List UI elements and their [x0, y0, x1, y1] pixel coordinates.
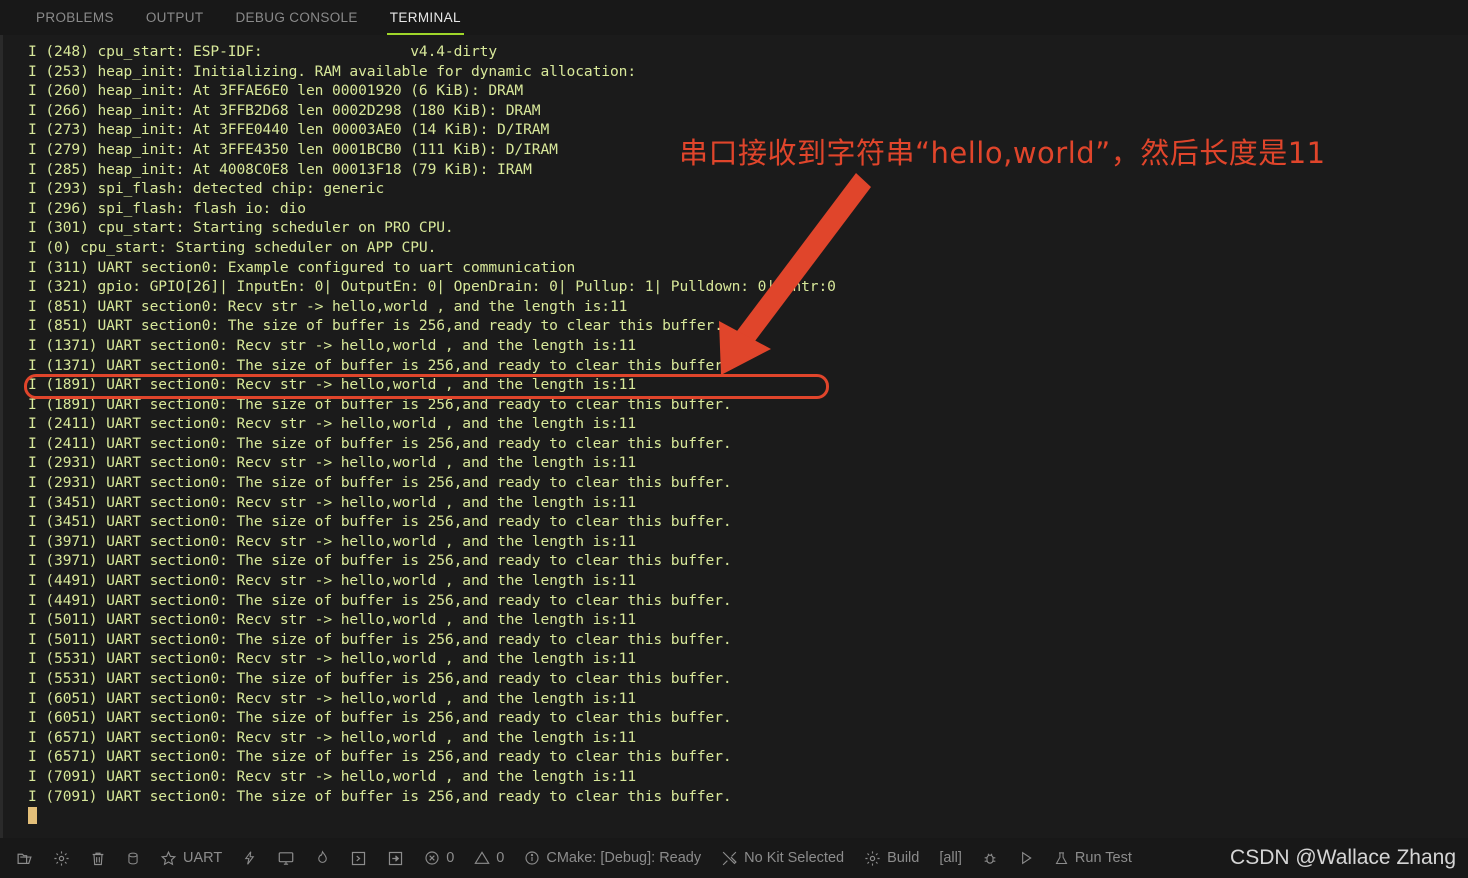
flash-icon[interactable]: [232, 838, 267, 878]
folder-icon: [16, 850, 33, 867]
status-bar: UART 0 0 CMake: [Debug]: Ready No Kit Select…: [0, 838, 1468, 878]
terminal-icon[interactable]: [340, 838, 377, 878]
monitor-icon[interactable]: [267, 838, 305, 878]
terminal-line: I (2931) UART section0: The size of buff…: [28, 474, 732, 492]
terminal-line: I (5531) UART section0: The size of buff…: [28, 670, 732, 687]
terminal-line: I (260) heap_init: At 3FFAE6E0 len 00001…: [28, 82, 524, 100]
chevron-icon: [350, 850, 367, 867]
tab-debug-console[interactable]: DEBUG CONSOLE: [219, 0, 373, 35]
terminal-line: I (2411) UART section0: The size of buff…: [28, 434, 732, 452]
errors-count[interactable]: 0: [414, 838, 464, 878]
build-button[interactable]: Build: [854, 838, 929, 878]
terminal-line: I (7091) UART section0: The size of buff…: [28, 787, 732, 805]
serial-port-uart[interactable]: UART: [150, 838, 232, 878]
tools-icon: [721, 850, 738, 867]
terminal-line: I (311) UART section0: Example configure…: [28, 258, 576, 276]
open-folder-icon[interactable]: [6, 838, 43, 878]
arrow-box-icon[interactable]: [377, 838, 414, 878]
build-target[interactable]: [all]: [929, 838, 972, 878]
tab-terminal[interactable]: TERMINAL: [374, 0, 477, 35]
gear-icon[interactable]: [43, 838, 80, 878]
run-test-button[interactable]: Run Test: [1044, 838, 1142, 878]
terminal-line: I (293) spi_flash: detected chip: generi…: [28, 180, 385, 198]
warnings-count-label: 0: [496, 850, 505, 866]
tab-problems[interactable]: PROBLEMS: [20, 0, 130, 35]
terminal-output: I (248) cpu_start: ESP-IDF: v4.4-dirty I …: [3, 35, 1468, 825]
terminal-line: I (1371) UART section0: The size of buff…: [28, 356, 732, 374]
terminal-line: I (851) UART section0: Recv str -> hello…: [28, 297, 628, 315]
terminal-line: I (5011) UART section0: Recv str -> hell…: [28, 611, 637, 629]
terminal-line: I (1891) UART section0: The size of buff…: [28, 395, 732, 413]
terminal-line: I (266) heap_init: At 3FFB2D68 len 0002D…: [28, 101, 541, 119]
terminal-line: I (5011) UART section0: The size of buff…: [28, 630, 732, 648]
terminal-line: I (1371) UART section0: Recv str -> hell…: [28, 336, 637, 354]
bug-icon: [982, 850, 998, 867]
terminal-line: I (3971) UART section0: The size of buff…: [28, 552, 732, 570]
terminal-cursor: [28, 807, 37, 825]
terminal-line: I (273) heap_init: At 3FFE0440 len 00003…: [28, 121, 550, 139]
database-icon[interactable]: [116, 838, 150, 878]
kit-selector[interactable]: No Kit Selected: [711, 838, 854, 878]
gear-icon: [864, 850, 881, 867]
arrow-icon: [387, 850, 404, 867]
error-circle-icon: [424, 850, 440, 866]
terminal-line: I (6571) UART section0: The size of buff…: [28, 748, 732, 766]
debug-button[interactable]: [972, 838, 1008, 878]
serial-port-uart-label: UART: [183, 850, 223, 866]
trash-icon[interactable]: [80, 838, 116, 878]
terminal-line: I (0) cpu_start: Starting scheduler on A…: [28, 238, 437, 256]
cmake-status-label: CMake: [Debug]: Ready: [546, 850, 702, 866]
panel-tab-bar: PROBLEMS OUTPUT DEBUG CONSOLE TERMINAL: [0, 0, 1468, 35]
flask-icon: [1054, 850, 1069, 867]
cmake-status[interactable]: CMake: [Debug]: Ready: [514, 838, 711, 878]
flame-icon: [315, 849, 330, 867]
terminal-line: I (253) heap_init: Initializing. RAM ava…: [28, 62, 637, 80]
terminal-line: I (301) cpu_start: Starting scheduler on…: [28, 219, 454, 237]
kit-selector-label: No Kit Selected: [744, 850, 845, 866]
info-circle-icon: [524, 850, 540, 866]
build-target-label: [all]: [939, 850, 962, 866]
terminal-line: I (321) gpio: GPIO[26]| InputEn: 0| Outp…: [28, 278, 836, 296]
terminal-line: I (248) cpu_start: ESP-IDF: v4.4-dirty: [28, 43, 498, 60]
run-test-button-label: Run Test: [1074, 850, 1132, 866]
terminal-panel[interactable]: I (248) cpu_start: ESP-IDF: v4.4-dirty I …: [0, 35, 1468, 838]
monitor-icon: [277, 850, 295, 867]
vscode-panel-window: PROBLEMS OUTPUT DEBUG CONSOLE TERMINAL I (2…: [0, 0, 1468, 878]
lightning-icon: [242, 849, 257, 867]
terminal-line: I (2931) UART section0: Recv str -> hell…: [28, 454, 637, 472]
terminal-line: I (285) heap_init: At 4008C0E8 len 00013…: [28, 160, 532, 178]
terminal-line: I (6051) UART section0: Recv str -> hell…: [28, 689, 637, 707]
star-icon: [160, 850, 177, 867]
trash-icon: [90, 850, 106, 867]
database-icon: [126, 850, 140, 867]
terminal-line: I (4491) UART section0: Recv str -> hell…: [28, 572, 637, 590]
terminal-line: I (279) heap_init: At 3FFE4350 len 0001B…: [28, 140, 558, 158]
terminal-line: I (2411) UART section0: Recv str -> hell…: [28, 415, 637, 433]
launch-button[interactable]: [1008, 838, 1044, 878]
tab-output[interactable]: OUTPUT: [130, 0, 220, 35]
terminal-line: I (5531) UART section0: Recv str -> hell…: [28, 650, 637, 668]
terminal-line: I (6051) UART section0: The size of buff…: [28, 709, 732, 727]
terminal-line: I (6571) UART section0: Recv str -> hell…: [28, 728, 637, 746]
flame-icon[interactable]: [305, 838, 340, 878]
gear-icon: [53, 850, 70, 867]
warning-triangle-icon: [474, 850, 490, 866]
terminal-line: I (851) UART section0: The size of buffe…: [28, 317, 723, 335]
errors-count-label: 0: [446, 850, 455, 866]
terminal-line: I (3451) UART section0: The size of buff…: [28, 513, 732, 531]
terminal-line: I (4491) UART section0: The size of buff…: [28, 591, 732, 609]
terminal-line: I (7091) UART section0: Recv str -> hell…: [28, 767, 637, 785]
terminal-line: I (3451) UART section0: Recv str -> hell…: [28, 493, 637, 511]
terminal-line: I (1891) UART section0: Recv str -> hell…: [28, 376, 637, 394]
csdn-watermark: CSDN @Wallace Zhang: [1230, 846, 1456, 869]
build-button-label: Build: [887, 850, 920, 866]
play-icon: [1018, 850, 1034, 866]
terminal-line: I (296) spi_flash: flash io: dio: [28, 199, 306, 217]
warnings-count[interactable]: 0: [464, 838, 514, 878]
terminal-line: I (3971) UART section0: Recv str -> hell…: [28, 532, 637, 550]
